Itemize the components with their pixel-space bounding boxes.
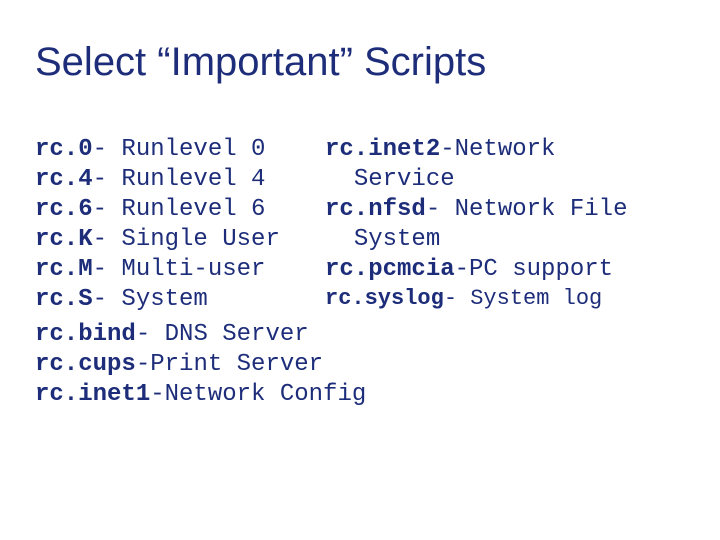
script-name: rc.inet1 [35, 381, 150, 408]
sep: - [93, 226, 122, 253]
script-desc: Network [455, 136, 556, 163]
script-desc: Network File [455, 196, 628, 223]
sep: - [93, 196, 122, 223]
list-item: rc.M- Multi-user [35, 255, 325, 285]
script-desc: Print Server [150, 351, 323, 378]
script-name: rc.nfsd [325, 196, 426, 223]
list-item: rc.inet2-Network [325, 135, 685, 165]
list-item: rc.syslog- System log [325, 285, 685, 313]
list-item: rc.S- System [35, 285, 325, 315]
script-desc: Runlevel 6 [121, 196, 265, 223]
list-item: rc.6- Runlevel 6 [35, 195, 325, 225]
script-desc: PC support [469, 256, 613, 283]
list-item: rc.inet1-Network Config [35, 380, 366, 410]
script-name: rc.syslog [325, 286, 444, 311]
slide: Select “Important” Scripts rc.0- Runleve… [0, 0, 720, 540]
script-name: rc.0 [35, 136, 93, 163]
script-name: rc.pcmcia [325, 256, 455, 283]
list-item: rc.bind- DNS Server [35, 320, 366, 350]
script-name: rc.4 [35, 166, 93, 193]
script-name: rc.inet2 [325, 136, 440, 163]
script-desc: Service [354, 166, 455, 193]
list-item: rc.4- Runlevel 4 [35, 165, 325, 195]
bottom-rows: rc.bind- DNS Server rc.cups-Print Server… [35, 320, 366, 410]
left-column: rc.0- Runlevel 0 rc.4- Runlevel 4 rc.6- … [35, 135, 325, 315]
script-desc: Single User [121, 226, 279, 253]
sep: - [444, 286, 470, 311]
script-desc: DNS Server [165, 321, 309, 348]
script-name: rc.K [35, 226, 93, 253]
sep: - [136, 321, 165, 348]
list-item: rc.cups-Print Server [35, 350, 366, 380]
script-desc: System [121, 286, 207, 313]
sep: - [93, 136, 122, 163]
list-item: rc.pcmcia-PC support [325, 255, 685, 285]
script-name: rc.M [35, 256, 93, 283]
script-desc: System log [470, 286, 602, 311]
sep: - [440, 136, 454, 163]
sep: - [93, 286, 122, 313]
sep: - [150, 381, 164, 408]
sep: - [93, 256, 122, 283]
list-item: rc.0- Runlevel 0 [35, 135, 325, 165]
list-item: rc.K- Single User [35, 225, 325, 255]
script-name: rc.6 [35, 196, 93, 223]
right-column: rc.inet2-Network Service rc.nfsd- Networ… [325, 135, 685, 313]
list-item: rc.nfsd- Network File [325, 195, 685, 225]
sep: - [136, 351, 150, 378]
script-desc: Runlevel 0 [121, 136, 265, 163]
script-desc: Multi-user [121, 256, 265, 283]
list-item-cont: System [325, 225, 685, 255]
script-name: rc.S [35, 286, 93, 313]
sep: - [455, 256, 469, 283]
sep: - [426, 196, 455, 223]
sep: - [93, 166, 122, 193]
script-desc: Runlevel 4 [121, 166, 265, 193]
page-title: Select “Important” Scripts [35, 40, 685, 85]
script-name: rc.cups [35, 351, 136, 378]
script-desc: Network Config [165, 381, 367, 408]
script-name: rc.bind [35, 321, 136, 348]
script-desc: System [354, 226, 440, 253]
list-item-cont: Service [325, 165, 685, 195]
